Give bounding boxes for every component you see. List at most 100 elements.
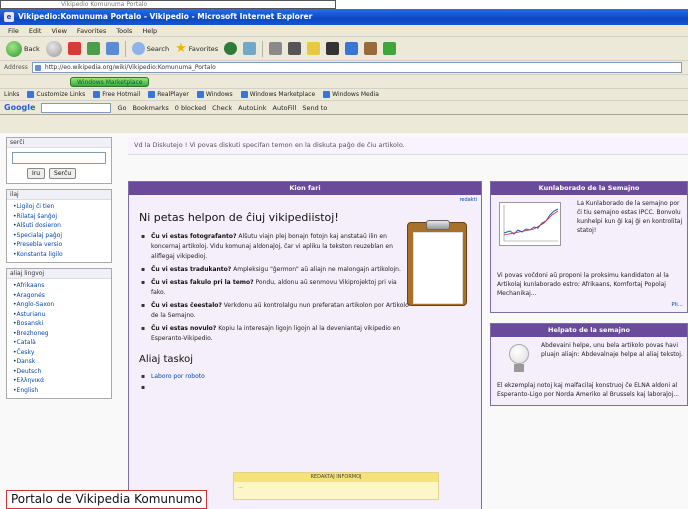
language-link[interactable]: Deutsch — [13, 367, 107, 377]
address-label: Address — [4, 64, 28, 71]
google-logo: Google — [4, 103, 36, 112]
page-icon — [196, 91, 204, 98]
separator — [262, 40, 264, 57]
language-link[interactable]: Català — [13, 338, 107, 348]
clipboard-icon — [407, 220, 467, 306]
tip-item: Ĉu vi estas novulo? Kopiu la interesajn … — [141, 324, 411, 344]
language-link[interactable]: Aragonés — [13, 291, 107, 301]
menu-help[interactable]: Help — [142, 27, 157, 35]
stop-icon[interactable] — [67, 42, 81, 55]
link-media[interactable]: Windows Media — [323, 91, 379, 98]
home-icon[interactable] — [105, 42, 119, 55]
languages-header: aliaj lingvoj — [7, 269, 111, 279]
site-notice: Vd la Diskutejo ! Vi povas diskuti speci… — [128, 137, 688, 155]
google-search-field[interactable] — [41, 102, 112, 113]
right-column: Kunlaborado de la Semajno La Kunlaborado… — [490, 181, 688, 416]
google-send-to[interactable]: Send to — [302, 104, 327, 112]
research-icon[interactable] — [345, 42, 359, 55]
links-bar: Links Customize Links Free Hotmail RealP… — [0, 89, 688, 101]
language-link[interactable]: Dansk — [13, 357, 107, 367]
search-button[interactable]: Serĉu — [49, 168, 77, 179]
toolbox: ilaj Ligiloj ĉi tien Rilataj ŝanĝoj Alŝu… — [6, 189, 112, 263]
search-input[interactable] — [12, 152, 106, 164]
window-title: Vikipedio:Komunuma Portalo - Vikipedio -… — [18, 12, 313, 21]
google-go[interactable]: Go — [117, 104, 126, 112]
go-button[interactable]: Iru — [27, 168, 46, 179]
favorites-icon: ★ — [175, 41, 187, 56]
plugin-icon[interactable] — [383, 42, 397, 55]
folder-icon[interactable] — [307, 42, 321, 55]
other-tasks-heading: Aliaj taskoj — [139, 354, 194, 365]
ie-icon: e — [4, 12, 14, 22]
search-button[interactable]: Search — [131, 42, 169, 55]
link-customize[interactable]: Customize Links — [27, 91, 85, 98]
google-popup-blocked[interactable]: 0 blocked — [175, 104, 206, 112]
language-link[interactable]: Asturianu — [13, 310, 107, 320]
tasks-box: Kion fari redakti Ni petas helpon de ĉiu… — [128, 181, 482, 509]
address-bar: Address http://eo.wikipedia.org/wiki/Vik… — [0, 61, 688, 75]
language-link[interactable]: Bosanski — [13, 319, 107, 329]
refresh-icon[interactable] — [86, 42, 100, 55]
link-realplayer[interactable]: RealPlayer — [148, 91, 189, 98]
search-header: serĉi — [7, 138, 111, 148]
search-buttons: Iru Serĉu — [7, 168, 111, 183]
lightbulb-icon — [509, 344, 529, 374]
link-hotmail[interactable]: Free Hotmail — [93, 91, 140, 98]
google-check[interactable]: Check — [212, 104, 232, 112]
tool-link[interactable]: Specialaj paĝoj — [13, 231, 107, 241]
menu-tools[interactable]: Tools — [116, 27, 132, 35]
edit-link[interactable]: redakti — [129, 197, 481, 203]
tip-item: Ĉu vi estas ĉeestalo? Verkdonu aŭ kontro… — [141, 301, 411, 321]
messenger-icon[interactable] — [326, 42, 340, 55]
media-icon[interactable] — [224, 42, 238, 55]
other-tasks-list: Laboro por roboto — [141, 371, 481, 393]
bottom-caption: Portalo de Vikipedia Komunumo — [6, 490, 208, 509]
windows-marketplace-button[interactable]: Windows Marketplace — [70, 76, 150, 87]
google-toolbar: Google Go Bookmarks 0 blocked Check Auto… — [0, 101, 688, 115]
collaboration-box: Kunlaborado de la Semajno La Kunlaborado… — [490, 181, 688, 313]
forward-icon[interactable] — [45, 40, 62, 57]
favorites-button[interactable]: ★ Favorites — [175, 41, 218, 56]
favorites-label: Favorites — [188, 44, 219, 53]
google-autofill[interactable]: AutoFill — [273, 104, 297, 112]
language-link[interactable]: Česky — [13, 348, 107, 358]
tool-link[interactable]: Alŝuti dosieron — [13, 221, 107, 231]
other-task-link[interactable]: Laboro por roboto — [141, 371, 481, 382]
menu-favorites[interactable]: Favorites — [77, 27, 106, 35]
google-bookmarks[interactable]: Bookmarks — [132, 104, 168, 112]
helper-bar: Helpato de la semajno — [491, 324, 687, 337]
language-link[interactable]: Afrikaans — [13, 281, 107, 291]
tool-link[interactable]: Konstanta ligilo — [13, 250, 107, 260]
clip — [426, 220, 450, 230]
edit-info-box: REDAKTAJ INFORMOJ … — [233, 472, 439, 500]
mail-icon[interactable] — [269, 42, 283, 55]
tool-link[interactable]: Ligiloj ĉi tien — [13, 202, 107, 212]
history-icon[interactable] — [243, 42, 257, 55]
menu-view[interactable]: View — [51, 27, 66, 35]
language-link[interactable]: Anglo-Saxon — [13, 300, 107, 310]
address-field[interactable]: http://eo.wikipedia.org/wiki/Vikipedio:K… — [31, 62, 682, 73]
language-link[interactable]: Ελληνικά — [13, 376, 107, 386]
back-button[interactable]: Back — [6, 40, 40, 57]
link-marketplace[interactable]: Windows Marketplace — [240, 91, 315, 98]
tools-icon[interactable] — [364, 42, 378, 55]
more-link[interactable]: Pli... — [491, 302, 687, 312]
edit-info-bar: REDAKTAJ INFORMOJ — [234, 473, 438, 482]
links-label: Links — [4, 91, 20, 98]
menu-edit[interactable]: Edit — [29, 27, 42, 35]
page-content: serĉi Iru Serĉu ilaj Ligiloj ĉi tien Ril… — [0, 133, 688, 509]
page-icon — [93, 91, 101, 98]
tasks-heading: Ni petas helpon de ĉiuj vikipediistoj! — [139, 211, 339, 224]
language-link[interactable]: Brezhoneg — [13, 329, 107, 339]
language-link[interactable]: English — [13, 386, 107, 396]
link-windows[interactable]: Windows — [196, 91, 233, 98]
google-autolink[interactable]: AutoLink — [238, 104, 266, 112]
tool-link[interactable]: Presebla versio — [13, 240, 107, 250]
chart-thumbnail[interactable] — [499, 202, 561, 246]
tool-link[interactable]: Rilataj ŝanĝoj — [13, 212, 107, 222]
helper-footer: El ekzemplaj notoj kaj malfacilaj konstr… — [497, 382, 680, 398]
collaboration-bar: Kunlaborado de la Semajno — [491, 182, 687, 195]
tasks-bar: Kion fari — [129, 182, 481, 195]
print-icon[interactable] — [288, 42, 302, 55]
menu-file[interactable]: File — [8, 27, 19, 35]
